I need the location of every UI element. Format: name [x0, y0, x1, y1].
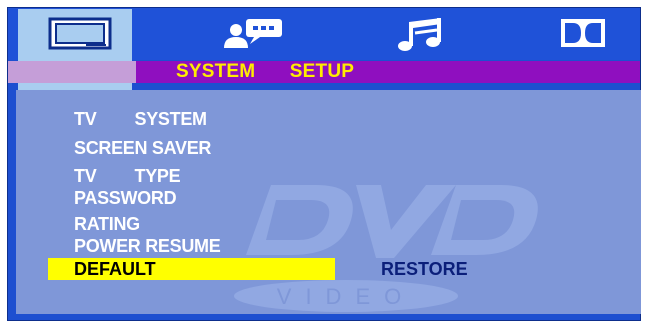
menu-item-tv-system[interactable]: TV SYSTEM [74, 109, 207, 129]
tv-icon[interactable] [48, 17, 114, 58]
dolby-icon[interactable] [560, 18, 606, 53]
menu-item-default[interactable]: DEFAULT [74, 259, 156, 279]
menu-item-screen-saver[interactable]: SCREEN SAVER [74, 138, 211, 158]
title-bar-tab-segment [8, 61, 136, 83]
music-note-icon[interactable] [395, 16, 447, 57]
restore-option[interactable]: RESTORE [381, 259, 468, 279]
menu-item-rating[interactable]: RATING [74, 214, 140, 234]
watermark-sub: VIDEO [277, 284, 415, 309]
menu-item-tv-type[interactable]: TV TYPE [74, 166, 181, 186]
page-title: SYSTEM SETUP [176, 61, 355, 82]
people-icon[interactable] [220, 17, 284, 56]
menu-item-power-resume[interactable]: POWER RESUME [74, 236, 221, 256]
menu-item-password[interactable]: PASSWORD [74, 188, 177, 208]
